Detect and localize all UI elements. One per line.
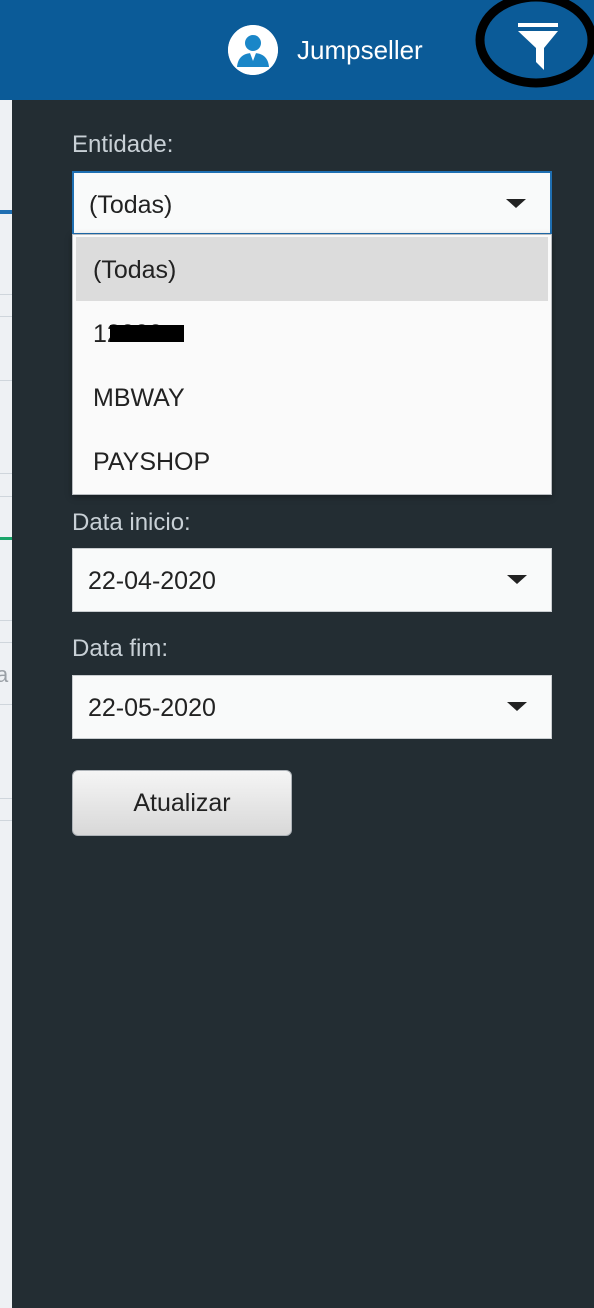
strip-divider	[0, 704, 12, 705]
chevron-down-icon	[507, 702, 527, 711]
entity-label: Entidade:	[72, 131, 174, 158]
chevron-down-icon	[507, 575, 527, 584]
strip-divider	[0, 316, 12, 317]
entity-select[interactable]: (Todas)	[72, 171, 552, 235]
strip-divider	[0, 473, 12, 474]
strip-divider	[0, 642, 12, 643]
strip-divider	[0, 496, 12, 497]
end-date-select[interactable]: 22-05-2020	[72, 675, 552, 739]
entity-dropdown-list: (Todas) 12000 MBWAY PAYSHOP	[72, 234, 552, 495]
dropdown-option-todas[interactable]: (Todas)	[76, 237, 548, 301]
end-date-value: 22-05-2020	[88, 694, 216, 722]
dropdown-option-payshop[interactable]: PAYSHOP	[76, 429, 548, 493]
dropdown-option-label: PAYSHOP	[93, 448, 211, 476]
update-button[interactable]: Atualizar	[72, 770, 292, 836]
redaction-bar	[110, 325, 184, 342]
start-date-select[interactable]: 22-04-2020	[72, 548, 552, 612]
strip-divider	[0, 798, 12, 799]
user-avatar-icon[interactable]	[228, 25, 278, 75]
strip-text-fragment: a	[0, 662, 9, 687]
strip-accent-green	[0, 537, 12, 540]
end-date-label: Data fim:	[72, 635, 169, 662]
dropdown-option-mbway[interactable]: MBWAY	[76, 365, 548, 429]
user-name[interactable]: Jumpseller	[297, 33, 423, 67]
strip-divider	[0, 620, 12, 621]
strip-divider	[0, 380, 12, 381]
filter-toggle-button[interactable]	[470, 0, 594, 92]
chevron-down-icon	[506, 199, 526, 208]
strip-divider	[0, 294, 12, 295]
start-date-value: 22-04-2020	[88, 567, 216, 595]
dropdown-option-label: (Todas)	[93, 256, 177, 284]
strip-divider	[0, 820, 12, 821]
dropdown-option-label: MBWAY	[93, 384, 185, 412]
start-date-label: Data inicio:	[72, 509, 191, 536]
entity-select-value: (Todas)	[89, 191, 173, 219]
top-header: Jumpseller	[0, 0, 594, 100]
strip-accent-blue	[0, 210, 12, 214]
background-content-strip: a	[0, 100, 12, 1308]
